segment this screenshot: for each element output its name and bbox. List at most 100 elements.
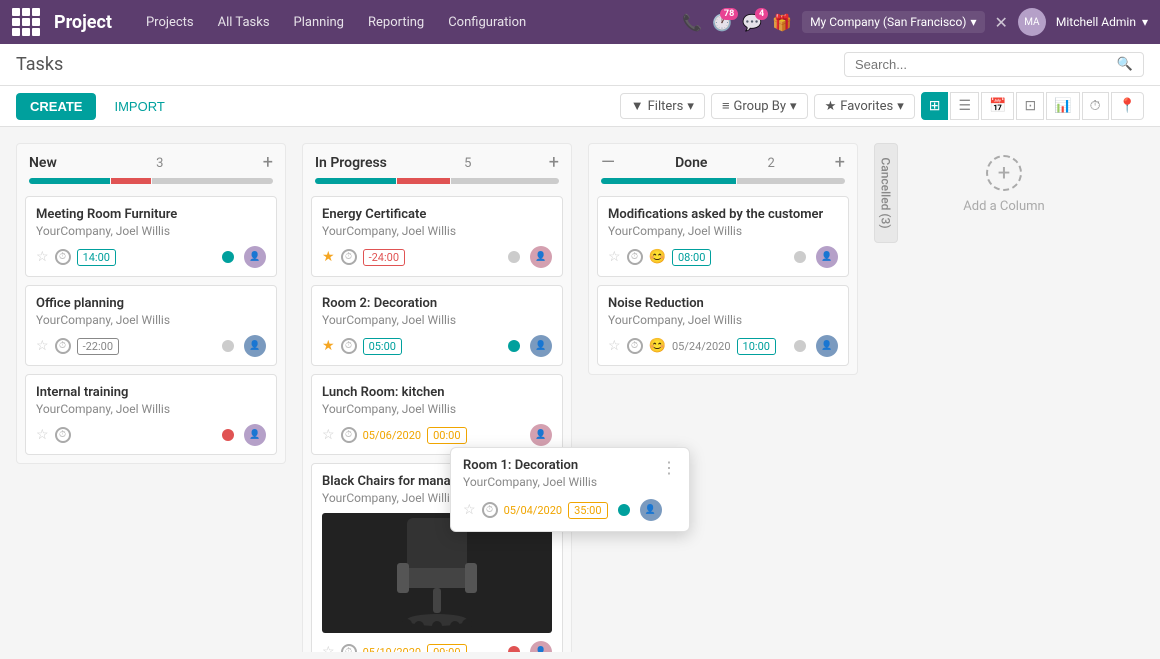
company-selector[interactable]: My Company (San Francisco) ▾ — [802, 11, 984, 33]
card-footer: ★ ⏱ -24:00 👤 — [322, 246, 552, 268]
card-meeting-room[interactable]: Meeting Room Furniture YourCompany, Joel… — [25, 196, 277, 277]
view-pivot[interactable]: ⊡ — [1016, 92, 1044, 120]
view-activity[interactable]: ⏱ — [1082, 92, 1109, 120]
import-button[interactable]: IMPORT — [104, 93, 174, 120]
card-subtitle: YourCompany, Joel Willis — [608, 313, 838, 327]
username: Mitchell Admin — [1056, 15, 1136, 29]
groupby-button[interactable]: ≡ Group By ▾ — [711, 93, 808, 119]
view-list[interactable]: ☰ — [950, 92, 979, 120]
star-icon[interactable]: ★ — [322, 249, 335, 265]
avatar: 👤 — [816, 246, 838, 268]
card-subtitle: YourCompany, Joel Willis — [36, 313, 266, 327]
column-done-collapse[interactable]: — — [601, 154, 615, 172]
card-subtitle: YourCompany, Joel Willis — [322, 224, 552, 238]
user-dropdown-icon: ▾ — [1142, 15, 1148, 29]
time-tag: 09:00 — [427, 644, 466, 653]
avatar: 👤 — [640, 499, 662, 521]
card-energy-certificate[interactable]: Energy Certificate YourCompany, Joel Wil… — [311, 196, 563, 277]
card-room2-decoration[interactable]: Room 2: Decoration YourCompany, Joel Wil… — [311, 285, 563, 366]
status-dot — [222, 429, 234, 441]
add-column-area[interactable]: + Add a Column — [914, 143, 1094, 214]
star-icon[interactable]: ☆ — [322, 644, 335, 652]
company-dropdown-icon: ▾ — [970, 15, 976, 29]
messages-badge-wrap[interactable]: 💬 4 — [742, 13, 762, 32]
clock-circle-icon: ⏱ — [55, 338, 71, 354]
date-text: 05/19/2020 — [363, 646, 422, 653]
tasks-badge-wrap[interactable]: 🕐 78 — [712, 13, 732, 32]
card-office-planning[interactable]: Office planning YourCompany, Joel Willis… — [25, 285, 277, 366]
nav-projects[interactable]: Projects — [136, 11, 204, 34]
card-title: Meeting Room Furniture — [36, 207, 266, 222]
filters-button[interactable]: ▼ Filters ▾ — [620, 93, 705, 119]
avatar[interactable]: MA — [1018, 8, 1046, 36]
star-icon[interactable]: ★ — [322, 338, 335, 354]
gift-icon[interactable]: 🎁 — [772, 13, 792, 32]
date-text: 05/24/2020 — [672, 340, 731, 353]
star-icon: ★ — [825, 99, 837, 114]
favorites-button[interactable]: ★ Favorites ▾ — [814, 94, 915, 119]
app-grid-icon[interactable] — [12, 8, 40, 36]
search-input[interactable] — [855, 57, 1111, 72]
user-menu[interactable]: Mitchell Admin ▾ — [1056, 15, 1148, 29]
column-inprogress-cards: Energy Certificate YourCompany, Joel Wil… — [303, 192, 571, 652]
filter-icon: ▼ — [631, 98, 644, 114]
clock-circle-icon: ⏱ — [341, 338, 357, 354]
star-icon[interactable]: ☆ — [36, 249, 49, 265]
floating-card[interactable]: Room 1: Decoration YourCompany, Joel Wil… — [450, 447, 690, 532]
nav-configuration[interactable]: Configuration — [438, 11, 536, 34]
nav-planning[interactable]: Planning — [284, 11, 354, 34]
star-icon[interactable]: ☆ — [608, 249, 621, 265]
view-kanban[interactable]: ⊞ — [921, 92, 949, 120]
progress-gray — [451, 178, 559, 184]
view-calendar[interactable]: 📅 — [981, 92, 1014, 120]
nav-all-tasks[interactable]: All Tasks — [208, 11, 280, 34]
add-column-label: Add a Column — [963, 199, 1044, 214]
emoji-icon: 😊 — [649, 338, 666, 354]
time-tag: 05:00 — [363, 338, 402, 355]
create-button[interactable]: CREATE — [16, 93, 96, 120]
tasks-count-badge: 78 — [720, 8, 738, 20]
card-subtitle: YourCompany, Joel Willis — [463, 475, 597, 489]
star-icon[interactable]: ☆ — [608, 338, 621, 354]
card-menu-icon[interactable]: ⋮ — [661, 458, 677, 477]
toolbar: CREATE IMPORT ▼ Filters ▾ ≡ Group By ▾ ★… — [0, 86, 1160, 127]
status-dot — [222, 340, 234, 352]
column-new: New 3 + Meeting Room Furniture YourCompa… — [16, 143, 286, 464]
star-icon[interactable]: ☆ — [36, 338, 49, 354]
status-dot — [794, 251, 806, 263]
column-done: — Done 2 + Modifications asked by the cu… — [588, 143, 858, 375]
card-title: Modifications asked by the customer — [608, 207, 838, 222]
avatar: 👤 — [530, 335, 552, 357]
clock-circle-icon: ⏱ — [55, 427, 71, 443]
status-dot — [508, 646, 520, 652]
card-internal-training[interactable]: Internal training YourCompany, Joel Will… — [25, 374, 277, 455]
column-cancelled[interactable]: Cancelled (3) — [874, 143, 898, 243]
phone-icon[interactable]: 📞 — [682, 13, 702, 32]
clock-circle-icon: ⏱ — [627, 249, 643, 265]
search-icon: 🔍 — [1117, 57, 1133, 72]
star-icon[interactable]: ☆ — [463, 502, 476, 518]
avatar: 👤 — [244, 246, 266, 268]
progress-green — [29, 178, 110, 184]
search-bar[interactable]: 🔍 — [844, 52, 1144, 77]
star-icon[interactable]: ☆ — [36, 427, 49, 443]
card-footer: ☆ ⏱ 05/06/2020 00:00 👤 — [322, 424, 552, 446]
column-done-add[interactable]: + — [835, 154, 845, 172]
close-icon[interactable]: ✕ — [995, 13, 1008, 32]
column-new-add[interactable]: + — [263, 154, 273, 172]
column-inprogress-add[interactable]: + — [549, 154, 559, 172]
filters-dropdown-icon: ▾ — [687, 99, 694, 114]
column-new-count: 3 — [156, 156, 163, 171]
clock-circle-icon: ⏱ — [482, 502, 498, 518]
add-column-button[interactable]: + — [986, 155, 1022, 191]
card-modifications[interactable]: Modifications asked by the customer Your… — [597, 196, 849, 277]
view-graph[interactable]: 📊 — [1046, 92, 1079, 120]
star-icon[interactable]: ☆ — [322, 427, 335, 443]
card-title: Lunch Room: kitchen — [322, 385, 552, 400]
card-lunch-room[interactable]: Lunch Room: kitchen YourCompany, Joel Wi… — [311, 374, 563, 455]
time-tag: 35:00 — [568, 502, 607, 519]
view-map[interactable]: 📍 — [1111, 92, 1144, 120]
card-subtitle: YourCompany, Joel Willis — [36, 224, 266, 238]
card-noise-reduction[interactable]: Noise Reduction YourCompany, Joel Willis… — [597, 285, 849, 366]
nav-reporting[interactable]: Reporting — [358, 11, 434, 34]
